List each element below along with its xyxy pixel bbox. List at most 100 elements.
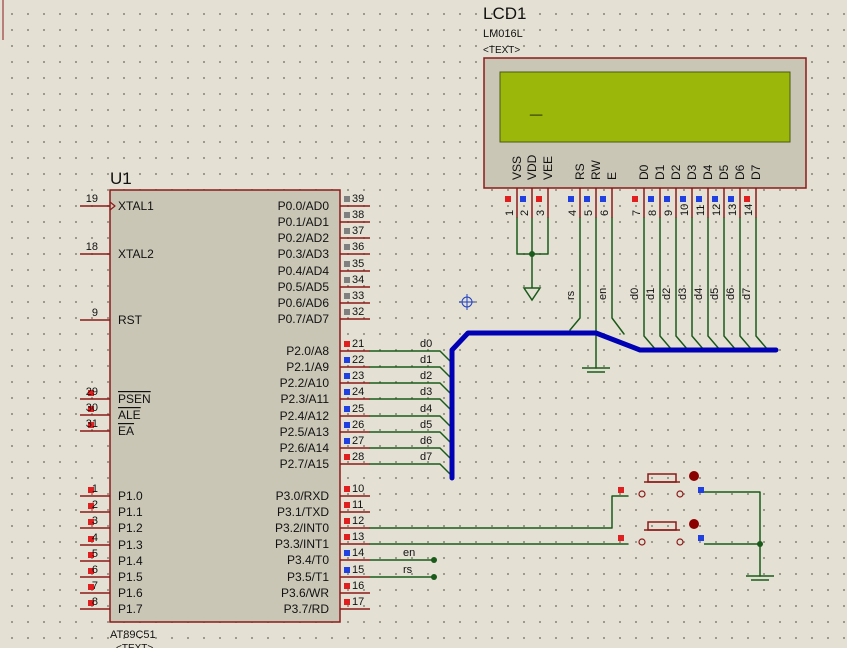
bus-net-label: d1: [420, 354, 432, 366]
pin-number: 12: [711, 204, 723, 216]
pin-name: P2.5/A13: [280, 425, 330, 439]
button-contact-right: [676, 490, 684, 498]
pin-number: 9: [92, 307, 98, 319]
pin-name: E: [605, 172, 619, 180]
pin-name: P3.5/T1: [287, 570, 329, 584]
rs-net-label: rs: [403, 564, 413, 576]
lcd-d2-wire: [675, 217, 689, 351]
pin-name: P2.6/A14: [280, 441, 330, 455]
pin-state-marker: [505, 196, 511, 202]
pin-number: 23: [352, 370, 364, 382]
pin-name: P1.4: [118, 554, 143, 568]
button-contact-left: [638, 538, 646, 546]
pin-number: 37: [352, 225, 364, 237]
rw-ground-icon: [582, 367, 610, 373]
pin-number: 39: [352, 193, 364, 205]
pin-number: 7: [631, 210, 643, 216]
pin-state-marker: [712, 196, 718, 202]
pin-name: D5: [717, 164, 731, 180]
junction-dot: [529, 251, 535, 257]
lcd-d6-wire: [739, 217, 753, 351]
pin-name: P1.2: [118, 521, 143, 535]
int0-wire: [369, 495, 629, 529]
pin-state-marker: [520, 196, 526, 202]
pin-number: 8: [92, 596, 98, 608]
lcd-d4-wire: [707, 217, 721, 351]
pin-name: PSEN: [118, 392, 151, 406]
lcd-d5-wire: [723, 217, 737, 351]
pin-number: 38: [352, 209, 364, 221]
pin-number: 3: [92, 515, 98, 527]
pin-state-marker: [344, 422, 350, 428]
pin-state-marker: [344, 228, 350, 234]
lcd-net-label-d1: d1: [645, 288, 657, 300]
p2-wire-0: [369, 350, 453, 364]
pin-number: 21: [352, 338, 364, 350]
pin-state-marker: [344, 534, 350, 540]
lcd-net-label-d7: d7: [741, 288, 753, 300]
pin-number: 26: [352, 419, 364, 431]
mcu-part-name: AT89C51: [110, 629, 156, 641]
pin-number: 24: [352, 386, 364, 398]
pin-number: 3: [535, 210, 547, 216]
pin-number: 1: [504, 210, 516, 216]
pin-state-marker: [744, 196, 750, 202]
pin-state-marker: [344, 309, 350, 315]
lcd-reference: LCD1: [483, 4, 526, 23]
pin-name: P2.7/A15: [280, 457, 330, 471]
lcd-net-label-en: en: [597, 288, 609, 300]
pin-state-marker: [344, 341, 350, 347]
pin-state-marker: [664, 196, 670, 202]
pin-number: 18: [86, 241, 98, 253]
push-button-1[interactable]: [618, 471, 704, 498]
button-cap: [647, 473, 677, 483]
pin-name: P3.7/RD: [284, 602, 330, 616]
pin-name: D4: [701, 164, 715, 180]
mcu-text-placeholder: <TEXT>: [116, 643, 153, 648]
pin-number: 12: [352, 515, 364, 527]
lcd-d1-wire: [659, 217, 673, 351]
lcd-display-text: _: [529, 93, 543, 118]
pin-name: XTAL2: [118, 247, 154, 261]
pin-number: 19: [86, 193, 98, 205]
pin-state-marker: [344, 486, 350, 492]
pin-number: 14: [743, 204, 755, 216]
pin-number: 35: [352, 258, 364, 270]
pin-name: P0.7/AD7: [278, 312, 330, 326]
pin-state-marker: [344, 454, 350, 460]
schematic-canvas[interactable]: U1AT89C51<TEXT>19XTAL118XTAL29RST29PSEN3…: [0, 0, 847, 648]
pin-state-marker: [344, 599, 350, 605]
pin-name: P0.2/AD2: [278, 231, 330, 245]
pin-state-marker: [344, 293, 350, 299]
bus-net-label: d5: [420, 419, 432, 431]
p2-wire-6: [369, 447, 453, 461]
button-contact-left: [638, 490, 646, 498]
p2-wire-2: [369, 382, 453, 396]
pin-name: P0.0/AD0: [278, 199, 330, 213]
pin-name: P1.5: [118, 570, 143, 584]
pin-state-marker: [344, 196, 350, 202]
pin-number: 15: [352, 564, 364, 576]
button-left-pin: [618, 535, 624, 541]
pin-name: P1.7: [118, 602, 143, 616]
pin-name: VEE: [541, 156, 555, 180]
pin-state-marker: [344, 244, 350, 250]
pin-state-marker: [568, 196, 574, 202]
pin-name: P0.5/AD5: [278, 280, 330, 294]
pin-name: ALE: [118, 408, 141, 422]
lcd-net-label-rs: rs: [565, 290, 577, 300]
p2-wire-7: [369, 463, 453, 477]
push-button-2[interactable]: [618, 519, 704, 546]
pin-number: 1: [92, 483, 98, 495]
en-net-label: en: [403, 547, 415, 559]
pin-state-marker: [728, 196, 734, 202]
pin-name: P1.0: [118, 489, 143, 503]
pin-number: 7: [92, 580, 98, 592]
pin-number: 29: [86, 386, 98, 398]
pin-number: 11: [352, 499, 363, 511]
lcd-lm016l[interactable]: LCD1 LM016L <TEXT> _ 1 VSS 2 VDD 3 VEE 4 RS 5 RW 6 E 7 D0…: [483, 4, 807, 218]
lcd-net-label-d0: d0: [629, 288, 641, 300]
pin-name: P2.4/A12: [280, 409, 330, 423]
mcu-u1[interactable]: U1AT89C51<TEXT>19XTAL118XTAL29RST29PSEN3…: [80, 169, 370, 648]
pin-name: P3.0/RXD: [276, 489, 330, 503]
